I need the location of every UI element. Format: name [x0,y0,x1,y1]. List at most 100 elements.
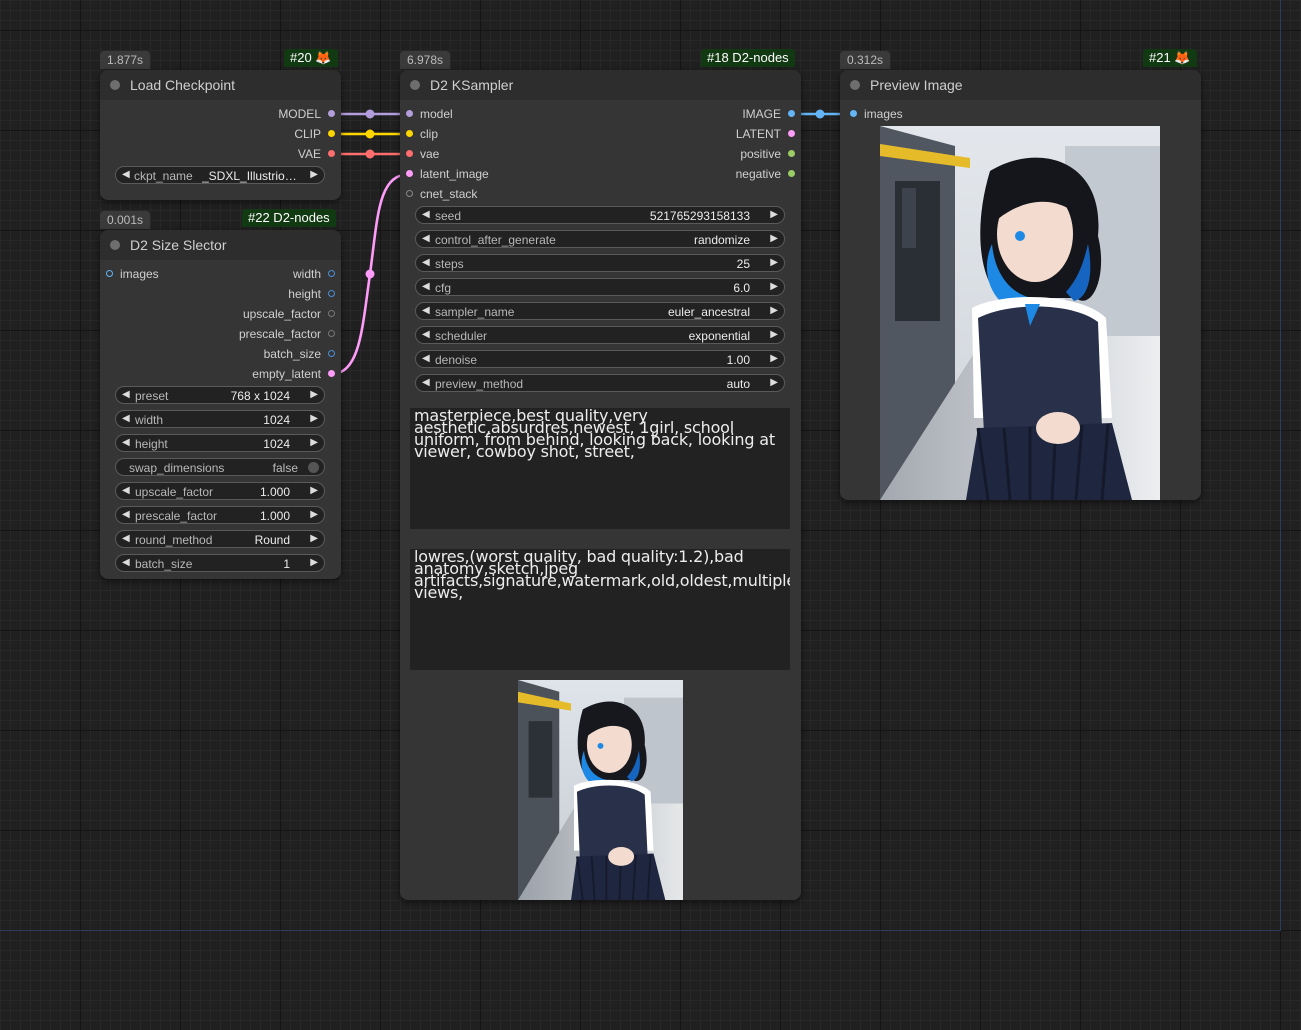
input-slot-images[interactable]: images [850,107,903,121]
ksampler-node[interactable]: D2 KSampler model clip vae latent_image … [400,70,801,900]
slot-dot-icon[interactable] [788,170,795,177]
decrement-arrow-icon[interactable]: ◀ [422,353,430,364]
collapse-dot-icon[interactable] [850,80,860,90]
slot-dot-icon[interactable] [328,150,335,157]
collapse-dot-icon[interactable] [110,240,120,250]
width-number[interactable]: ◀ width 1024 ▶ [115,410,325,428]
decrement-arrow-icon[interactable]: ◀ [122,485,130,496]
output-slot-latent[interactable]: LATENT [736,127,795,141]
decrement-arrow-icon[interactable]: ◀ [422,233,430,244]
node-title-bar[interactable]: Load Checkpoint [100,70,341,100]
increment-arrow-icon[interactable]: ▶ [310,437,318,448]
load-checkpoint-node[interactable]: Load Checkpoint MODEL CLIP VAE ◀ ckpt_na… [100,70,341,200]
increment-arrow-icon[interactable]: ▶ [310,389,318,400]
input-slot-latent-image[interactable]: latent_image [406,167,489,181]
slot-dot-icon[interactable] [328,110,335,117]
decrement-arrow-icon[interactable]: ◀ [422,281,430,292]
slot-dot-icon[interactable] [406,110,413,117]
increment-arrow-icon[interactable]: ▶ [310,169,318,180]
slot-dot-icon[interactable] [406,170,413,177]
increment-arrow-icon[interactable]: ▶ [310,509,318,520]
collapse-dot-icon[interactable] [110,80,120,90]
increment-arrow-icon[interactable]: ▶ [770,281,778,292]
slot-dot-icon[interactable] [328,290,335,297]
output-slot-empty-latent[interactable]: empty_latent [252,367,335,381]
output-slot-upscale-factor[interactable]: upscale_factor [243,307,335,321]
preset-combo[interactable]: ◀ preset 768 x 1024 ▶ [115,386,325,404]
output-slot-image[interactable]: IMAGE [742,107,795,121]
increment-arrow-icon[interactable]: ▶ [770,233,778,244]
output-slot-negative[interactable]: negative [736,167,795,181]
height-number[interactable]: ◀ height 1024 ▶ [115,434,325,452]
collapse-dot-icon[interactable] [410,80,420,90]
slot-dot-icon[interactable] [328,370,335,377]
positive-prompt-textarea[interactable]: masterpiece,best quality,very aesthetic,… [410,408,790,529]
input-slot-model[interactable]: model [406,107,453,121]
node-title-bar[interactable]: D2 Size Slector [100,230,341,260]
node-title-bar[interactable]: D2 KSampler [400,70,801,100]
output-slot-clip[interactable]: CLIP [294,127,335,141]
slot-dot-icon[interactable] [850,110,857,117]
input-slot-vae[interactable]: vae [406,147,439,161]
preview-output-image[interactable] [880,126,1160,500]
decrement-arrow-icon[interactable]: ◀ [122,509,130,520]
increment-arrow-icon[interactable]: ▶ [770,377,778,388]
slot-dot-icon[interactable] [328,310,335,317]
decrement-arrow-icon[interactable]: ◀ [422,377,430,388]
batch-size-number[interactable]: ◀ batch_size 1 ▶ [115,554,325,572]
increment-arrow-icon[interactable]: ▶ [310,533,318,544]
increment-arrow-icon[interactable]: ▶ [770,329,778,340]
slot-dot-icon[interactable] [328,130,335,137]
input-slot-images[interactable]: images [106,267,159,281]
upscale-factor-number[interactable]: ◀ upscale_factor 1.000 ▶ [115,482,325,500]
slot-dot-icon[interactable] [788,130,795,137]
denoise-number[interactable]: ◀ denoise 1.00 ▶ [415,350,785,368]
slot-dot-icon[interactable] [406,150,413,157]
increment-arrow-icon[interactable]: ▶ [310,413,318,424]
decrement-arrow-icon[interactable]: ◀ [422,209,430,220]
output-slot-model[interactable]: MODEL [278,107,335,121]
slot-dot-icon[interactable] [328,330,335,337]
output-slot-positive[interactable]: positive [740,147,795,161]
scheduler-combo[interactable]: ◀ scheduler exponential ▶ [415,326,785,344]
ckpt-name-combo[interactable]: ◀ ckpt_name _SDXL_Illustrious-XL-v2.0 ▶ [115,166,325,184]
seed-number[interactable]: ◀ seed 521765293158133 ▶ [415,206,785,224]
output-slot-height[interactable]: height [288,287,335,301]
swap-dimensions-toggle[interactable]: swap_dimensions false [115,458,325,476]
sampler-name-combo[interactable]: ◀ sampler_name euler_ancestral ▶ [415,302,785,320]
prescale-factor-number[interactable]: ◀ prescale_factor 1.000 ▶ [115,506,325,524]
node-title-bar[interactable]: Preview Image [840,70,1201,100]
slot-dot-icon[interactable] [788,110,795,117]
preview-method-combo[interactable]: ◀ preview_method auto ▶ [415,374,785,392]
decrement-arrow-icon[interactable]: ◀ [422,329,430,340]
slot-dot-icon[interactable] [406,190,413,197]
increment-arrow-icon[interactable]: ▶ [310,485,318,496]
control-after-generate-combo[interactable]: ◀ control_after_generate randomize ▶ [415,230,785,248]
output-slot-vae[interactable]: VAE [298,147,335,161]
negative-prompt-textarea[interactable]: lowres,(worst quality, bad quality:1.2),… [410,549,790,670]
slot-dot-icon[interactable] [328,350,335,357]
slot-dot-icon[interactable] [328,270,335,277]
decrement-arrow-icon[interactable]: ◀ [122,557,130,568]
increment-arrow-icon[interactable]: ▶ [770,209,778,220]
output-slot-batch-size[interactable]: batch_size [264,347,335,361]
increment-arrow-icon[interactable]: ▶ [770,353,778,364]
slot-dot-icon[interactable] [106,270,113,277]
decrement-arrow-icon[interactable]: ◀ [122,413,130,424]
round-method-combo[interactable]: ◀ round_method Round ▶ [115,530,325,548]
output-slot-width[interactable]: width [293,267,335,281]
output-slot-prescale-factor[interactable]: prescale_factor [239,327,335,341]
preview-image-node[interactable]: Preview Image images [840,70,1201,500]
toggle-knob-icon[interactable] [308,462,319,473]
slot-dot-icon[interactable] [406,130,413,137]
decrement-arrow-icon[interactable]: ◀ [122,169,130,180]
increment-arrow-icon[interactable]: ▶ [310,557,318,568]
steps-number[interactable]: ◀ steps 25 ▶ [415,254,785,272]
decrement-arrow-icon[interactable]: ◀ [422,305,430,316]
decrement-arrow-icon[interactable]: ◀ [122,533,130,544]
input-slot-cnet-stack[interactable]: cnet_stack [406,187,477,201]
decrement-arrow-icon[interactable]: ◀ [122,437,130,448]
increment-arrow-icon[interactable]: ▶ [770,305,778,316]
input-slot-clip[interactable]: clip [406,127,438,141]
decrement-arrow-icon[interactable]: ◀ [122,389,130,400]
